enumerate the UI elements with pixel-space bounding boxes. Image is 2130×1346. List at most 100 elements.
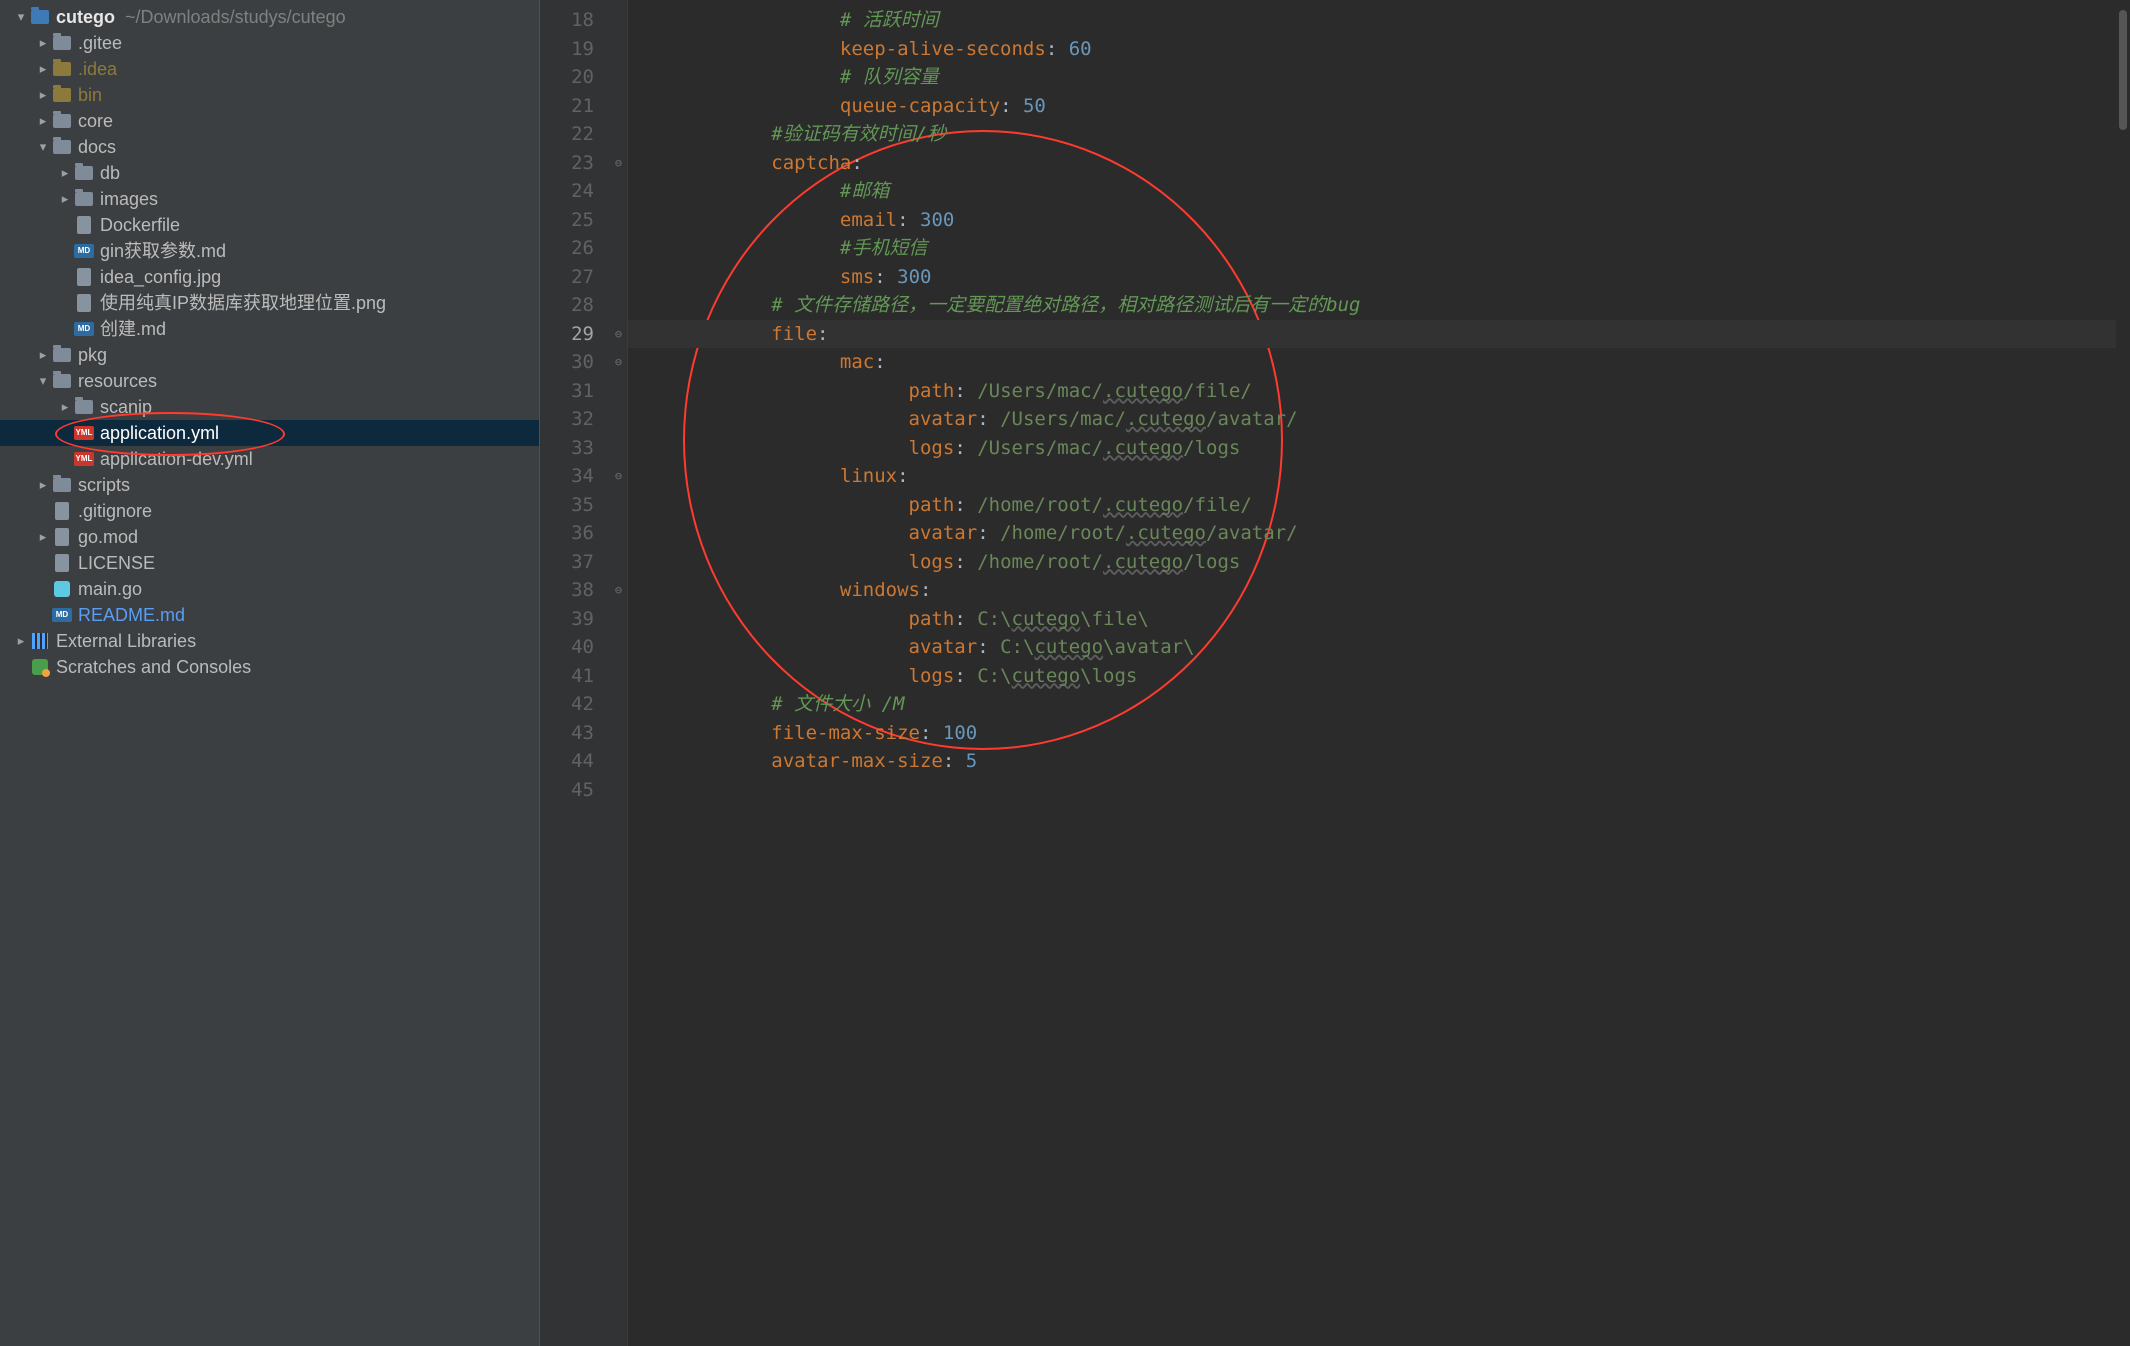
- line-number[interactable]: 37: [540, 548, 610, 577]
- tree-item-core[interactable]: ▸core: [0, 108, 539, 134]
- code-line[interactable]: file:: [634, 320, 2130, 349]
- line-number[interactable]: 33: [540, 434, 610, 463]
- tree-item--gitee[interactable]: ▸.gitee: [0, 30, 539, 56]
- tree-item-license[interactable]: LICENSE: [0, 550, 539, 576]
- tree-item-go-mod[interactable]: ▸go.mod: [0, 524, 539, 550]
- tree-item--ip-png[interactable]: 使用纯真IP数据库获取地理位置.png: [0, 290, 539, 316]
- tree-item-db[interactable]: ▸db: [0, 160, 539, 186]
- line-number[interactable]: 21: [540, 92, 610, 121]
- code-line[interactable]: linux:: [634, 462, 2130, 491]
- tree-item-scratches-and-consoles[interactable]: Scratches and Consoles: [0, 654, 539, 680]
- line-number[interactable]: 40: [540, 633, 610, 662]
- line-number[interactable]: 22: [540, 120, 610, 149]
- code-line[interactable]: path: C:\cutego\file\: [634, 605, 2130, 634]
- line-number[interactable]: 24: [540, 177, 610, 206]
- line-number[interactable]: 32: [540, 405, 610, 434]
- tree-item-scripts[interactable]: ▸scripts: [0, 472, 539, 498]
- code-line[interactable]: # 文件存储路径，一定要配置绝对路径，相对路径测试后有一定的bug: [634, 291, 2130, 320]
- line-number[interactable]: 35: [540, 491, 610, 520]
- tree-item-pkg[interactable]: ▸pkg: [0, 342, 539, 368]
- code-line[interactable]: file-max-size: 100: [634, 719, 2130, 748]
- code-line[interactable]: sms: 300: [634, 263, 2130, 292]
- chevron-right-icon[interactable]: ▸: [34, 342, 52, 368]
- line-number[interactable]: 45: [540, 776, 610, 805]
- fold-toggle-icon[interactable]: ⊖: [610, 576, 627, 605]
- fold-toggle-icon[interactable]: ⊖: [610, 149, 627, 178]
- editor-code-area[interactable]: # 活跃时间 keep-alive-seconds: 60 # 队列容量 que…: [628, 0, 2130, 1346]
- code-line[interactable]: # 文件大小 /M: [634, 690, 2130, 719]
- tree-item-gin-md[interactable]: MDgin获取参数.md: [0, 238, 539, 264]
- tree-item-cutego[interactable]: ▾cutego~/Downloads/studys/cutego: [0, 4, 539, 30]
- line-number[interactable]: 28: [540, 291, 610, 320]
- code-line[interactable]: avatar-max-size: 5: [634, 747, 2130, 776]
- chevron-right-icon[interactable]: ▸: [34, 108, 52, 134]
- line-number[interactable]: 26: [540, 234, 610, 263]
- chevron-right-icon[interactable]: ▸: [12, 628, 30, 654]
- chevron-right-icon[interactable]: ▸: [34, 472, 52, 498]
- tree-item-main-go[interactable]: main.go: [0, 576, 539, 602]
- chevron-down-icon[interactable]: ▾: [12, 4, 30, 30]
- tree-item-images[interactable]: ▸images: [0, 186, 539, 212]
- line-number[interactable]: 29: [540, 320, 610, 349]
- tree-item--gitignore[interactable]: .gitignore: [0, 498, 539, 524]
- line-number[interactable]: 27: [540, 263, 610, 292]
- code-line[interactable]: queue-capacity: 50: [634, 92, 2130, 121]
- chevron-right-icon[interactable]: ▸: [34, 524, 52, 550]
- code-line[interactable]: logs: /Users/mac/.cutego/logs: [634, 434, 2130, 463]
- tree-item-resources[interactable]: ▾resources: [0, 368, 539, 394]
- chevron-right-icon[interactable]: ▸: [34, 30, 52, 56]
- chevron-right-icon[interactable]: ▸: [56, 160, 74, 186]
- tree-item-dockerfile[interactable]: Dockerfile: [0, 212, 539, 238]
- line-number[interactable]: 19: [540, 35, 610, 64]
- line-number[interactable]: 38: [540, 576, 610, 605]
- chevron-down-icon[interactable]: ▾: [34, 134, 52, 160]
- chevron-right-icon[interactable]: ▸: [34, 82, 52, 108]
- code-line[interactable]: # 队列容量: [634, 63, 2130, 92]
- line-number[interactable]: 25: [540, 206, 610, 235]
- code-line[interactable]: mac:: [634, 348, 2130, 377]
- code-line[interactable]: logs: C:\cutego\logs: [634, 662, 2130, 691]
- tree-item-application-dev-yml[interactable]: YMLapplication-dev.yml: [0, 446, 539, 472]
- code-line[interactable]: avatar: /home/root/.cutego/avatar/: [634, 519, 2130, 548]
- code-line[interactable]: email: 300: [634, 206, 2130, 235]
- line-number[interactable]: 23: [540, 149, 610, 178]
- code-line[interactable]: path: /home/root/.cutego/file/: [634, 491, 2130, 520]
- line-number[interactable]: 31: [540, 377, 610, 406]
- tree-item--idea[interactable]: ▸.idea: [0, 56, 539, 82]
- chevron-right-icon[interactable]: ▸: [56, 394, 74, 420]
- chevron-right-icon[interactable]: ▸: [56, 186, 74, 212]
- tree-item-application-yml[interactable]: YMLapplication.yml: [0, 420, 539, 446]
- fold-toggle-icon[interactable]: ⊖: [610, 462, 627, 491]
- tree-item-docs[interactable]: ▾docs: [0, 134, 539, 160]
- code-line[interactable]: path: /Users/mac/.cutego/file/: [634, 377, 2130, 406]
- fold-toggle-icon[interactable]: ⊖: [610, 320, 627, 349]
- code-line[interactable]: #手机短信: [634, 234, 2130, 263]
- line-number[interactable]: 43: [540, 719, 610, 748]
- line-number[interactable]: 44: [540, 747, 610, 776]
- line-number[interactable]: 42: [540, 690, 610, 719]
- code-line[interactable]: # 活跃时间: [634, 6, 2130, 35]
- editor-scrollbar[interactable]: [2116, 0, 2130, 1346]
- tree-item-bin[interactable]: ▸bin: [0, 82, 539, 108]
- line-number[interactable]: 36: [540, 519, 610, 548]
- chevron-right-icon[interactable]: ▸: [34, 56, 52, 82]
- line-number[interactable]: 30: [540, 348, 610, 377]
- code-line[interactable]: windows:: [634, 576, 2130, 605]
- tree-item-idea_config-jpg[interactable]: idea_config.jpg: [0, 264, 539, 290]
- code-line[interactable]: logs: /home/root/.cutego/logs: [634, 548, 2130, 577]
- code-line[interactable]: #邮箱: [634, 177, 2130, 206]
- fold-toggle-icon[interactable]: ⊖: [610, 348, 627, 377]
- tree-item-scanip[interactable]: ▸scanip: [0, 394, 539, 420]
- line-number[interactable]: 18: [540, 6, 610, 35]
- code-line[interactable]: avatar: C:\cutego\avatar\: [634, 633, 2130, 662]
- chevron-down-icon[interactable]: ▾: [34, 368, 52, 394]
- code-line[interactable]: captcha:: [634, 149, 2130, 178]
- line-number[interactable]: 41: [540, 662, 610, 691]
- tree-item-readme-md[interactable]: MDREADME.md: [0, 602, 539, 628]
- code-line[interactable]: #验证码有效时间/秒: [634, 120, 2130, 149]
- code-line[interactable]: avatar: /Users/mac/.cutego/avatar/: [634, 405, 2130, 434]
- tree-item--md[interactable]: MD创建.md: [0, 316, 539, 342]
- line-number[interactable]: 20: [540, 63, 610, 92]
- line-number[interactable]: 34: [540, 462, 610, 491]
- code-line[interactable]: keep-alive-seconds: 60: [634, 35, 2130, 64]
